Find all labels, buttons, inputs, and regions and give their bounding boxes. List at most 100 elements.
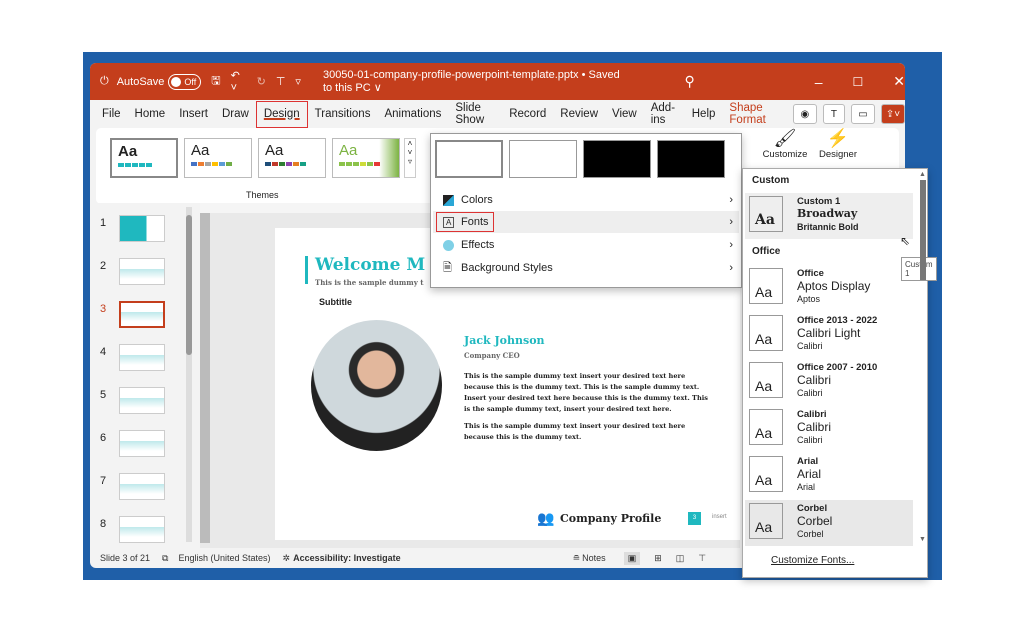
theme-2[interactable]: Aa <box>184 138 252 178</box>
slide-thumbnail[interactable] <box>119 301 165 328</box>
description-paragraph-2[interactable]: This is the sample dummy text insert you… <box>464 421 709 443</box>
profile-photo[interactable] <box>311 320 442 451</box>
slide-thumbnail[interactable] <box>119 215 165 242</box>
autosave-label: AutoSave <box>116 75 165 88</box>
teams-icon[interactable]: T <box>822 104 845 124</box>
slide-thumbnail[interactable] <box>119 344 165 371</box>
designer-button[interactable]: ⚡ Designer <box>814 128 862 160</box>
undo-icon[interactable]: ↶ ˅ <box>231 69 247 94</box>
font-option[interactable]: Aa Corbel Corbel Corbel <box>745 500 913 546</box>
variant-1[interactable] <box>435 140 503 178</box>
record-icon[interactable]: ◉ <box>792 104 817 124</box>
heading-font: Calibri Light <box>797 326 861 340</box>
body-font: Corbel <box>797 529 824 539</box>
menu-label: Colors <box>461 194 493 206</box>
footer-company-profile[interactable]: Company Profile <box>560 512 661 525</box>
font-preview: Aa <box>749 196 783 232</box>
maximize-button[interactable]: ☐ <box>853 75 864 89</box>
theme-4[interactable]: Aa <box>332 138 400 178</box>
save-icon[interactable]: 🖫 <box>211 72 220 91</box>
customize-qat-icon[interactable]: ▿ <box>295 75 301 88</box>
normal-view-icon[interactable]: ▣ <box>623 551 641 565</box>
menu-item-fonts[interactable]: A Fonts › <box>433 211 739 233</box>
variant-3[interactable] <box>583 140 651 178</box>
share-icon[interactable]: ⇪˅ <box>881 104 905 124</box>
font-option-custom-1[interactable]: Aa Custom 1 Broadway Britannic Bold <box>745 193 913 239</box>
description-paragraph-1[interactable]: This is the sample dummy text insert you… <box>464 371 709 415</box>
slide-subtitle-line[interactable]: This is the sample dummy t <box>315 278 423 287</box>
tab-file[interactable]: File <box>90 108 128 120</box>
tab-review[interactable]: Review <box>553 108 605 120</box>
tab-shape-format[interactable]: Shape Format <box>722 102 786 126</box>
menu-item-effects[interactable]: Effects › <box>433 234 739 256</box>
slide-counter[interactable]: Slide 3 of 21 <box>100 553 150 563</box>
font-option[interactable]: Aa Arial Arial Arial <box>745 453 915 499</box>
redo-icon[interactable]: ↻ <box>257 75 266 88</box>
autosave-toggle[interactable]: Off <box>168 73 202 90</box>
theme-3[interactable]: Aa <box>258 138 326 178</box>
notes-icon: ≘ <box>572 552 581 563</box>
slide-number: 5 <box>100 389 107 401</box>
person-role[interactable]: Company CEO <box>464 351 520 360</box>
designer-icon: ⚡ <box>826 128 850 148</box>
chevron-right-icon: › <box>729 262 733 274</box>
tab-record[interactable]: Record <box>502 108 553 120</box>
font-option[interactable]: Aa Office Aptos Display Aptos <box>745 265 915 311</box>
slide-thumbnail[interactable] <box>119 516 165 543</box>
tab-design[interactable]: Design <box>255 100 308 128</box>
close-button[interactable]: ✕ <box>893 73 905 90</box>
font-option[interactable]: Aa Office 2007 - 2010 Calibri Calibri <box>745 359 915 405</box>
slide-thumbnail[interactable] <box>119 258 165 285</box>
accessibility-status[interactable]: Accessibility: Investigate <box>293 553 401 563</box>
search-icon[interactable]: ⚲ <box>684 73 694 90</box>
customize-button[interactable]: 🖌 Customize <box>759 128 811 160</box>
body-font: Calibri <box>797 341 823 351</box>
person-name[interactable]: Jack Johnson <box>464 334 545 347</box>
tab-add-ins[interactable]: Add-ins <box>644 102 685 126</box>
slide-sorter-icon[interactable]: ⊞ <box>654 553 662 564</box>
slide-number: 2 <box>100 260 107 272</box>
slide-thumbnail[interactable] <box>119 473 165 500</box>
font-set-name: Office 2007 - 2010 <box>797 362 878 373</box>
slide-title[interactable]: Welcome M <box>315 255 425 275</box>
tab-home[interactable]: Home <box>128 108 173 120</box>
tab-help[interactable]: Help <box>685 108 723 120</box>
font-option[interactable]: Aa Office 2013 - 2022 Calibri Light Calibri <box>745 312 915 358</box>
font-set-name: Corbel <box>797 503 828 514</box>
notes-button[interactable]: Notes <box>582 553 606 563</box>
tab-insert[interactable]: Insert <box>172 108 215 120</box>
variant-4[interactable] <box>657 140 725 178</box>
reading-view-icon[interactable]: ◫ <box>676 553 685 564</box>
tab-transitions[interactable]: Transitions <box>308 108 378 120</box>
theme-office[interactable]: Aa <box>110 138 178 178</box>
tab-slide-show[interactable]: Slide Show <box>448 102 502 126</box>
customize-icon: 🖌 <box>773 128 797 148</box>
tab-view[interactable]: View <box>605 108 644 120</box>
menu-label: Effects <box>461 239 495 251</box>
slide-show-icon[interactable]: ⊤ <box>698 553 706 564</box>
minimize-button[interactable]: – <box>815 74 823 90</box>
slide-thumbnail[interactable] <box>119 387 165 414</box>
tab-animations[interactable]: Animations <box>377 108 448 120</box>
fonts-scrollbar[interactable]: ▲ ▼ <box>919 171 927 546</box>
menu-item-background-styles[interactable]: 🗎 Background Styles › <box>433 257 739 279</box>
variant-2[interactable] <box>509 140 577 178</box>
comments-icon[interactable]: ▭ <box>851 104 875 124</box>
themes-scroll[interactable]: ˄ ˅ ▿ <box>404 138 416 178</box>
heading-font: Broadway <box>797 207 858 220</box>
slide-subtitle[interactable]: Subtitle <box>319 297 352 307</box>
document-title[interactable]: 30050-01-company-profile-powerpoint-temp… <box>323 69 629 94</box>
slide-thumbnail[interactable] <box>119 430 165 457</box>
present-icon[interactable]: ⊤ <box>276 75 286 88</box>
thumbnail-scrollbar[interactable] <box>186 207 192 542</box>
customize-fonts-button[interactable]: Customize Fonts... <box>771 555 854 566</box>
language-status[interactable]: English (United States) <box>178 553 270 563</box>
theme-sample: Aa <box>191 142 210 159</box>
tab-draw[interactable]: Draw <box>215 108 256 120</box>
spellcheck-icon[interactable]: ⧉ <box>162 553 168 564</box>
menu-item-colors[interactable]: Colors › <box>433 189 739 211</box>
font-option[interactable]: Aa Calibri Calibri Calibri <box>745 406 915 452</box>
people-icon: 👥 <box>537 510 555 526</box>
page-number-badge: 3 <box>688 512 701 525</box>
customize-label: Customize <box>762 149 808 160</box>
